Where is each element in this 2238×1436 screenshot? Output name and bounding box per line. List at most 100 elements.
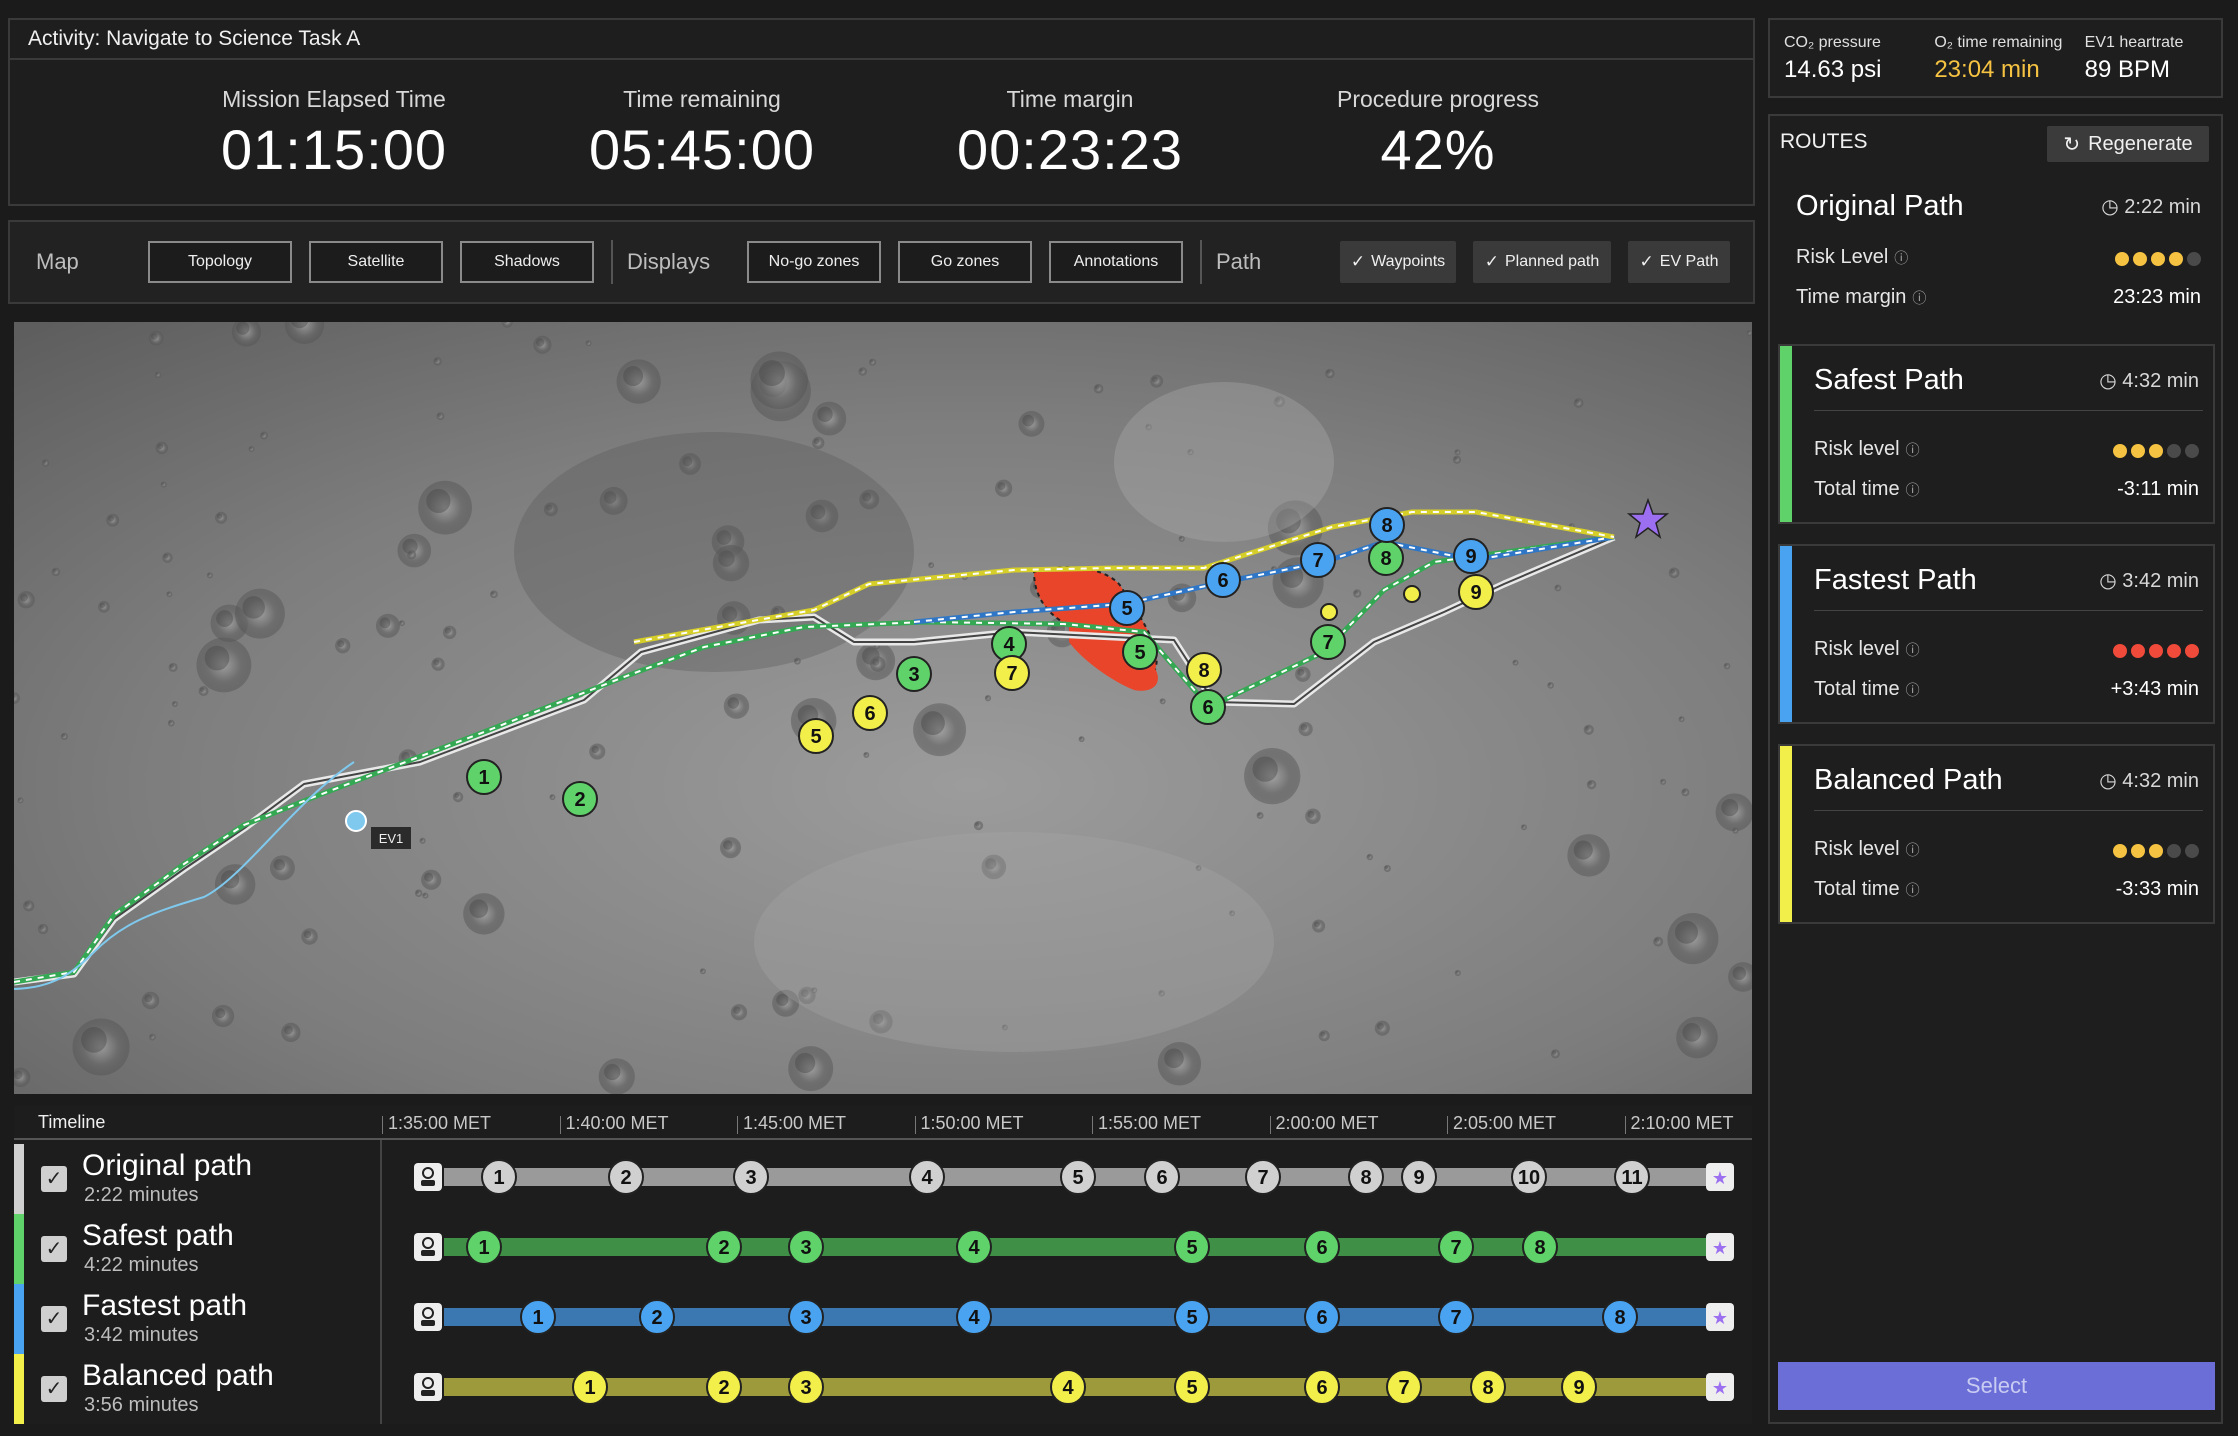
- crater-shadow: [216, 610, 234, 628]
- timeline-waypoint[interactable]: 10: [1511, 1159, 1547, 1195]
- select-button[interactable]: Select: [1778, 1362, 2215, 1410]
- route-card[interactable]: Original Path ◷ 2:22 min Risk Level ⓘ Tim…: [1778, 172, 2215, 344]
- info-icon[interactable]: ⓘ: [1906, 842, 1920, 858]
- map-waypoint[interactable]: 1: [466, 759, 502, 795]
- timeline-waypoint[interactable]: 9: [1401, 1159, 1437, 1195]
- timeline-waypoint[interactable]: 6: [1304, 1369, 1340, 1405]
- timeline-waypoint[interactable]: 2: [639, 1299, 675, 1335]
- go-zones-button[interactable]: Go zones: [898, 241, 1032, 283]
- route-card[interactable]: Fastest Path ◷ 3:42 min Risk level ⓘ Tota…: [1778, 544, 2215, 724]
- path-label: Path: [1216, 249, 1262, 274]
- timeline-waypoint[interactable]: 4: [956, 1299, 992, 1335]
- map-waypoint[interactable]: 7: [994, 655, 1030, 691]
- annotations-button[interactable]: Annotations: [1049, 241, 1183, 283]
- planned-path-toggle[interactable]: ✓ Planned path: [1473, 241, 1611, 283]
- no-go-zones-button[interactable]: No-go zones: [747, 241, 881, 283]
- map-waypoint[interactable]: 6: [852, 695, 888, 731]
- ev1-marker[interactable]: [345, 810, 367, 832]
- map-waypoint[interactable]: 5: [1122, 634, 1158, 670]
- crater-shadow: [215, 1008, 226, 1019]
- map-waypoint[interactable]: 9: [1453, 538, 1489, 574]
- timeline-waypoint[interactable]: 7: [1386, 1369, 1422, 1405]
- map-waypoint[interactable]: 2: [562, 781, 598, 817]
- map-waypoint[interactable]: 7: [1310, 624, 1346, 660]
- timeline-waypoint[interactable]: 5: [1174, 1369, 1210, 1405]
- crater-shadow: [1573, 840, 1593, 860]
- timeline-waypoint[interactable]: 7: [1245, 1159, 1281, 1195]
- satellite-button[interactable]: Satellite: [309, 241, 443, 283]
- map-waypoint[interactable]: 8: [1368, 540, 1404, 576]
- timeline-waypoint[interactable]: 3: [788, 1369, 824, 1405]
- info-icon[interactable]: ⓘ: [1906, 442, 1920, 458]
- svg-text:2: 2: [651, 1307, 662, 1329]
- timeline-waypoint[interactable]: 7: [1438, 1229, 1474, 1265]
- timeline-waypoint[interactable]: 4: [956, 1229, 992, 1265]
- info-icon[interactable]: ⓘ: [1894, 250, 1908, 266]
- timeline-waypoint[interactable]: 8: [1602, 1299, 1638, 1335]
- lunar-map[interactable]: 1 2 3 4 5 6 7 8 5 6 7 8 9 5 6 7 8 9 EV1: [14, 322, 1752, 1094]
- timeline-waypoint[interactable]: 1: [572, 1369, 608, 1405]
- timeline-waypoint[interactable]: 1: [520, 1299, 556, 1335]
- timeline-waypoint[interactable]: 8: [1522, 1229, 1558, 1265]
- timeline-waypoint[interactable]: 2: [706, 1229, 742, 1265]
- route-card[interactable]: Balanced Path ◷ 4:32 min Risk level ⓘ Tot…: [1778, 744, 2215, 924]
- terrain-highlight: [754, 832, 1274, 1052]
- map-waypoint[interactable]: 8: [1369, 507, 1405, 543]
- timeline-waypoint[interactable]: 6: [1304, 1229, 1340, 1265]
- map-waypoint[interactable]: 7: [1300, 542, 1336, 578]
- timeline-waypoint[interactable]: 6: [1144, 1159, 1180, 1195]
- info-icon[interactable]: ⓘ: [1906, 482, 1920, 498]
- timeline-waypoint[interactable]: 5: [1060, 1159, 1096, 1195]
- info-icon[interactable]: ⓘ: [1912, 290, 1926, 306]
- map-waypoint[interactable]: 6: [1205, 562, 1241, 598]
- timeline-waypoint[interactable]: 4: [909, 1159, 945, 1195]
- info-icon[interactable]: ⓘ: [1906, 882, 1920, 898]
- timeline-waypoint[interactable]: 2: [706, 1369, 742, 1405]
- timeline-waypoint[interactable]: 3: [733, 1159, 769, 1195]
- timeline-waypoint[interactable]: 3: [788, 1229, 824, 1265]
- timeline-track: [444, 1378, 1734, 1396]
- crater-shadow: [1354, 590, 1359, 595]
- timeline-waypoint[interactable]: 8: [1470, 1369, 1506, 1405]
- map-waypoint[interactable]: 8: [1186, 652, 1222, 688]
- waypoints-toggle[interactable]: ✓ Waypoints: [1340, 241, 1456, 283]
- map-waypoint[interactable]: 3: [896, 656, 932, 692]
- map-waypoint[interactable]: 5: [1109, 590, 1145, 626]
- timeline-waypoint[interactable]: 3: [788, 1299, 824, 1335]
- timeline-waypoint[interactable]: 2: [608, 1159, 644, 1195]
- risk-dot: [2167, 644, 2181, 658]
- timeline-waypoint[interactable]: 4: [1050, 1369, 1086, 1405]
- regenerate-button[interactable]: ↻ Regenerate: [2047, 126, 2209, 162]
- route-card[interactable]: Safest Path ◷ 4:32 min Risk level ⓘ Total…: [1778, 344, 2215, 524]
- shadows-button[interactable]: Shadows: [460, 241, 594, 283]
- timeline-waypoint[interactable]: 8: [1348, 1159, 1384, 1195]
- crater-shadow: [1682, 789, 1687, 794]
- timeline-waypoint[interactable]: 6: [1304, 1299, 1340, 1335]
- timeline-waypoint[interactable]: 7: [1438, 1299, 1474, 1335]
- crater-shadow: [1521, 825, 1525, 828]
- topology-button[interactable]: Topology: [148, 241, 292, 283]
- timeline-waypoint[interactable]: 5: [1174, 1229, 1210, 1265]
- info-icon[interactable]: ⓘ: [1906, 682, 1920, 698]
- crater-shadow: [1179, 536, 1183, 540]
- crater-shadow: [1654, 938, 1660, 943]
- astronaut-icon: [414, 1303, 442, 1331]
- svg-text:4: 4: [968, 1237, 980, 1259]
- crater-shadow: [1670, 569, 1676, 574]
- ev1-label: EV1: [379, 831, 404, 846]
- map-waypoint[interactable]: 5: [798, 718, 834, 754]
- timeline-waypoint[interactable]: 11: [1614, 1159, 1650, 1195]
- metric-label-text: Total time: [1814, 478, 1900, 500]
- vital-value: 14.63 psi: [1784, 56, 1882, 83]
- timeline-waypoint[interactable]: 5: [1174, 1299, 1210, 1335]
- crater-shadow: [586, 341, 590, 344]
- timeline-waypoint[interactable]: 9: [1561, 1369, 1597, 1405]
- ev-path-toggle[interactable]: ✓ EV Path: [1628, 241, 1730, 283]
- map-waypoint[interactable]: 9: [1458, 574, 1494, 610]
- timeline-waypoint[interactable]: 1: [466, 1229, 502, 1265]
- svg-text:9: 9: [1413, 1167, 1424, 1189]
- map-waypoint[interactable]: 6: [1190, 689, 1226, 725]
- timeline-waypoint[interactable]: 1: [481, 1159, 517, 1195]
- info-icon[interactable]: ⓘ: [1906, 642, 1920, 658]
- risk-dot: [2131, 844, 2145, 858]
